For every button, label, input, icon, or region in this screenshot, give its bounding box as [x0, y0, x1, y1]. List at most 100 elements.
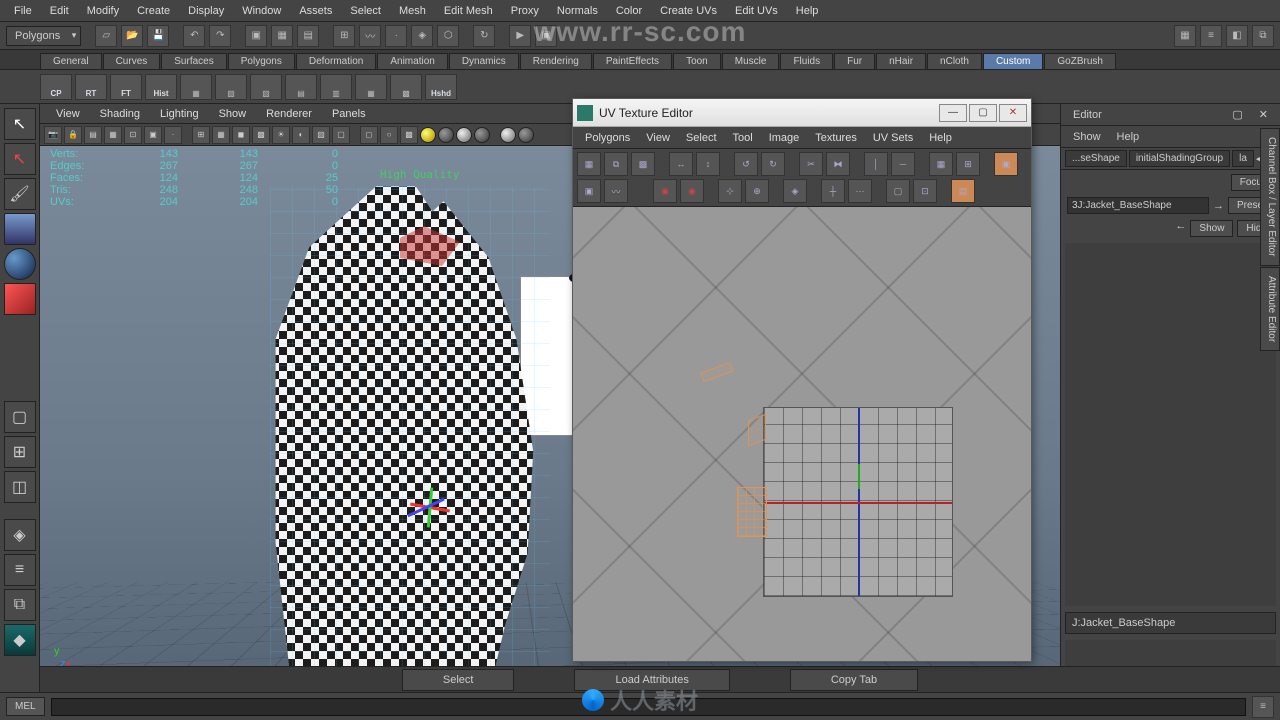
uv-rotate-cw-icon[interactable]: ↻: [761, 152, 785, 176]
maximize-button[interactable]: ▢: [969, 104, 997, 122]
ae-node-tabs[interactable]: ...seShape initialShadingGroup la ◀ ▶: [1061, 148, 1280, 170]
shelf-tab-curves[interactable]: Curves: [103, 53, 161, 69]
ae-close-icon[interactable]: ✕: [1251, 106, 1276, 123]
move-tool-icon[interactable]: [4, 213, 36, 245]
shelf-tab-general[interactable]: General: [40, 53, 102, 69]
uv-split-icon[interactable]: ⊹: [718, 179, 742, 203]
menu-proxy[interactable]: Proxy: [503, 3, 547, 19]
shelf-tab-custom[interactable]: Custom: [983, 53, 1043, 69]
ae-menubar[interactable]: Show Help: [1061, 126, 1280, 148]
shelf-tool-icon[interactable]: ▧: [250, 74, 282, 100]
model-panel-icon[interactable]: ▦: [1174, 25, 1196, 47]
select-mask-icon[interactable]: ▣: [245, 25, 267, 47]
attribute-editor-tab[interactable]: Attribute Editor: [1260, 267, 1280, 351]
menu-display[interactable]: Display: [180, 3, 232, 19]
uv-shell[interactable]: [737, 487, 767, 537]
shelf-tool-icon[interactable]: ▤: [285, 74, 317, 100]
mel-input[interactable]: [51, 698, 1246, 716]
ae-tab[interactable]: la: [1232, 150, 1254, 167]
select-tool-icon[interactable]: ↖: [4, 108, 36, 140]
menu-edituvs[interactable]: Edit UVs: [727, 3, 786, 19]
layout-persp-icon[interactable]: ◈: [4, 519, 36, 551]
material-preview-icon[interactable]: [500, 127, 516, 143]
wireframe-icon[interactable]: ▦: [212, 126, 230, 144]
uv-menu-uvsets[interactable]: UV Sets: [865, 130, 921, 146]
ae-tab[interactable]: initialShadingGroup: [1129, 150, 1230, 167]
paint-select-tool-icon[interactable]: 🖌: [4, 178, 36, 210]
poly-cube-icon[interactable]: ◻: [360, 126, 378, 144]
open-scene-icon[interactable]: 📂: [121, 25, 143, 47]
image-plane-icon[interactable]: ▦: [104, 126, 122, 144]
view-menu-panels[interactable]: Panels: [322, 106, 376, 122]
uv-snapshot-icon[interactable]: ▣: [994, 152, 1018, 176]
ae-attributes-area[interactable]: [1065, 243, 1276, 606]
side-tabs[interactable]: Channel Box / Layer Editor Attribute Edi…: [1260, 128, 1280, 351]
load-attributes-button[interactable]: Load Attributes: [574, 669, 729, 691]
uv-distribute-icon[interactable]: ⋯: [848, 179, 872, 203]
view-menu-renderer[interactable]: Renderer: [256, 106, 322, 122]
camera-select-icon[interactable]: 📷: [44, 126, 62, 144]
textured-icon[interactable]: ▩: [252, 126, 270, 144]
material-preview-icon[interactable]: [438, 127, 454, 143]
output-conn-icon[interactable]: ←: [1175, 220, 1186, 237]
uv-cycle-icon[interactable]: ◉: [653, 179, 677, 203]
layout-graph-icon[interactable]: ⧉: [4, 589, 36, 621]
shelf-tool-icon[interactable]: ▨: [215, 74, 247, 100]
shelf-hist-button[interactable]: Hist: [145, 74, 177, 100]
menu-assets[interactable]: Assets: [291, 3, 340, 19]
layout-outliner-icon[interactable]: ≡: [4, 554, 36, 586]
channel-box-tab[interactable]: Channel Box / Layer Editor: [1260, 128, 1280, 266]
shelf-tab-muscle[interactable]: Muscle: [722, 53, 780, 69]
view-menu-shading[interactable]: Shading: [90, 106, 150, 122]
film-gate-icon[interactable]: ⊡: [124, 126, 142, 144]
jacket-mesh[interactable]: [270, 186, 550, 692]
menu-help[interactable]: Help: [788, 3, 827, 19]
rotate-tool-icon[interactable]: [4, 248, 36, 280]
uv-smooth-icon[interactable]: 〰: [604, 179, 628, 203]
shelf-tab-nhair[interactable]: nHair: [876, 53, 926, 69]
uv-flip-v-icon[interactable]: ↕: [696, 152, 720, 176]
graph-icon[interactable]: ⧉: [1252, 25, 1274, 47]
shelf-tab-fur[interactable]: Fur: [834, 53, 875, 69]
uv-merge-icon[interactable]: ⊕: [745, 179, 769, 203]
shelf-tab-dynamics[interactable]: Dynamics: [449, 53, 519, 69]
shelf-tool-icon[interactable]: ▥: [320, 74, 352, 100]
menu-modify[interactable]: Modify: [79, 3, 127, 19]
shelf-tab-polygons[interactable]: Polygons: [228, 53, 295, 69]
uv-menu-polygons[interactable]: Polygons: [577, 130, 638, 146]
uv-menubar[interactable]: Polygons View Select Tool Image Textures…: [573, 127, 1031, 149]
menu-mesh[interactable]: Mesh: [391, 3, 434, 19]
layout-four-icon[interactable]: ⊞: [4, 436, 36, 468]
menu-edit[interactable]: Edit: [42, 3, 77, 19]
field-icon[interactable]: ·: [164, 126, 182, 144]
shelf-tab-painteffects[interactable]: PaintEffects: [593, 53, 672, 69]
snap-curve-icon[interactable]: 〰: [359, 25, 381, 47]
select-button[interactable]: Select: [402, 669, 515, 691]
shelf-tool-icon[interactable]: ▦: [180, 74, 212, 100]
uv-frame-icon[interactable]: ▢: [886, 179, 910, 203]
material-preview-icon[interactable]: [474, 127, 490, 143]
ae-menu-help[interactable]: Help: [1109, 129, 1148, 145]
uv-shell-icon[interactable]: ▣: [577, 179, 601, 203]
node-name-field[interactable]: [1067, 197, 1209, 214]
ae-node-section[interactable]: J:Jacket_BaseShape: [1065, 612, 1276, 634]
shelf-tab-deformation[interactable]: Deformation: [296, 53, 376, 69]
ae-menu-show[interactable]: Show: [1065, 129, 1109, 145]
hypershade-icon[interactable]: ◧: [1226, 25, 1248, 47]
uv-texture-editor-window[interactable]: UV Texture Editor — ▢ ✕ Polygons View Se…: [572, 98, 1032, 662]
uv-image-icon[interactable]: ▤: [951, 179, 975, 203]
ae-close-icon[interactable]: ▢: [1224, 106, 1250, 123]
view-menu-show[interactable]: Show: [209, 106, 257, 122]
poly-sphere-icon[interactable]: ○: [380, 126, 398, 144]
uv-rotate-ccw-icon[interactable]: ↺: [734, 152, 758, 176]
res-gate-icon[interactable]: ▣: [144, 126, 162, 144]
uv-cut-icon[interactable]: ✂: [799, 152, 823, 176]
menu-normals[interactable]: Normals: [549, 3, 606, 19]
shelf-ft-button[interactable]: FT: [110, 74, 142, 100]
uv-cycle-icon[interactable]: ◉: [680, 179, 704, 203]
uv-align-u-icon[interactable]: │: [864, 152, 888, 176]
camera-lock-icon[interactable]: 🔒: [64, 126, 82, 144]
main-menubar[interactable]: File Edit Modify Create Display Window A…: [0, 0, 1280, 22]
menu-createuvs[interactable]: Create UVs: [652, 3, 725, 19]
uv-unfold-icon[interactable]: ▩: [631, 152, 655, 176]
